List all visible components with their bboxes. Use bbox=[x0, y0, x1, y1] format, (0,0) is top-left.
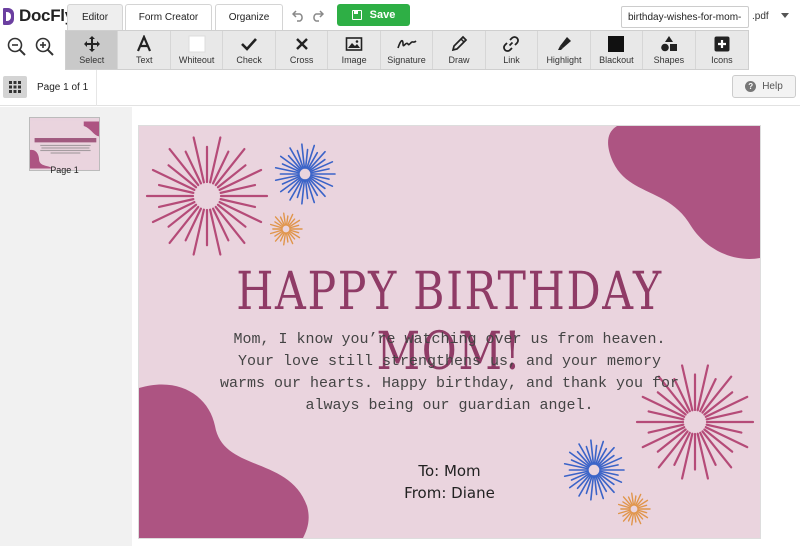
card-message: Mom, I know you’re watching over us from… bbox=[219, 331, 680, 414]
top-bar: DocFly Editor Form Creator Organize Save… bbox=[0, 0, 800, 30]
tool-shapes[interactable]: Shapes bbox=[643, 31, 696, 69]
black-square-icon bbox=[606, 35, 626, 53]
tool-label: Highlight bbox=[546, 55, 582, 65]
file-extension: .pdf bbox=[752, 11, 769, 22]
highlighter-icon bbox=[554, 35, 574, 53]
thumbnail-label: Page 1 bbox=[50, 165, 79, 175]
page-bar: Page 1 of 1 ? Help bbox=[0, 70, 800, 106]
edit-toolbar: Select Text Whiteout Check Cross Image S… bbox=[65, 30, 749, 70]
tool-label: Signature bbox=[387, 55, 426, 65]
zoom-out-icon[interactable] bbox=[6, 36, 28, 58]
help-label: Help bbox=[762, 81, 783, 92]
pdf-page[interactable]: HAPPY BIRTHDAY MOM! Mom, I know you’re w… bbox=[139, 126, 760, 538]
tab-form-creator[interactable]: Form Creator bbox=[125, 4, 212, 30]
question-icon: ? bbox=[745, 81, 757, 92]
chain-link-icon bbox=[501, 35, 521, 53]
tool-text[interactable]: Text bbox=[118, 31, 171, 69]
tool-cross[interactable]: Cross bbox=[276, 31, 329, 69]
tool-label: Link bbox=[503, 55, 520, 65]
text-a-icon bbox=[134, 35, 154, 53]
card-from: From: Diane bbox=[404, 484, 495, 502]
cross-x-icon bbox=[292, 35, 312, 53]
tool-whiteout[interactable]: Whiteout bbox=[171, 31, 224, 69]
move-arrows-icon bbox=[82, 35, 102, 53]
page-thumbnails-panel: Page 1 bbox=[0, 107, 132, 546]
plus-box-icon bbox=[712, 35, 732, 53]
card-to: To: Mom bbox=[418, 462, 481, 480]
tool-label: Image bbox=[341, 55, 367, 65]
page-indicator: Page 1 of 1 bbox=[37, 82, 89, 93]
divider bbox=[96, 70, 97, 106]
tool-label: Shapes bbox=[653, 55, 685, 65]
tab-editor[interactable]: Editor bbox=[67, 4, 123, 30]
docfly-logo[interactable]: DocFly bbox=[3, 6, 74, 26]
white-square-icon bbox=[187, 35, 207, 53]
help-button[interactable]: ? Help bbox=[732, 75, 796, 98]
tool-label: Draw bbox=[448, 55, 470, 65]
page-thumbnail[interactable] bbox=[29, 117, 100, 171]
grid-icon bbox=[9, 81, 21, 93]
checkmark-icon bbox=[239, 35, 259, 53]
tool-label: Whiteout bbox=[178, 55, 215, 65]
tool-check[interactable]: Check bbox=[223, 31, 276, 69]
grid-view-button[interactable] bbox=[3, 76, 27, 98]
zoom-in-icon[interactable] bbox=[34, 36, 56, 58]
tool-label: Cross bbox=[289, 55, 314, 65]
save-button[interactable]: Save bbox=[337, 4, 410, 26]
tool-label: Text bbox=[135, 55, 153, 65]
tool-label: Blackout bbox=[599, 55, 634, 65]
save-disk-icon bbox=[351, 10, 362, 20]
filename-input[interactable]: birthday-wishes-for-mom- bbox=[621, 6, 749, 28]
save-label: Save bbox=[369, 9, 396, 21]
shapes-icon bbox=[659, 35, 679, 53]
image-icon bbox=[344, 35, 364, 53]
tool-image[interactable]: Image bbox=[328, 31, 381, 69]
docfly-logo-icon bbox=[3, 7, 17, 25]
tool-label: Check bbox=[236, 55, 262, 65]
pencil-icon bbox=[449, 35, 469, 53]
tool-link[interactable]: Link bbox=[486, 31, 539, 69]
tool-draw[interactable]: Draw bbox=[433, 31, 486, 69]
tool-signature[interactable]: Signature bbox=[381, 31, 434, 69]
tool-label: Select bbox=[79, 55, 105, 65]
corner-blob-top-right bbox=[608, 126, 760, 259]
tool-blackout[interactable]: Blackout bbox=[591, 31, 644, 69]
redo-icon[interactable] bbox=[310, 8, 325, 27]
chevron-down-icon[interactable] bbox=[781, 13, 789, 18]
tool-highlight[interactable]: Highlight bbox=[538, 31, 591, 69]
tool-label: Icons bbox=[711, 55, 733, 65]
tab-organize[interactable]: Organize bbox=[215, 4, 283, 30]
tool-icons[interactable]: Icons bbox=[696, 31, 748, 69]
logo-text: DocFly bbox=[19, 6, 74, 25]
signature-icon bbox=[396, 35, 417, 53]
tool-select[interactable]: Select bbox=[66, 31, 119, 69]
thumbnail-preview bbox=[30, 121, 99, 169]
undo-icon[interactable] bbox=[291, 8, 306, 27]
